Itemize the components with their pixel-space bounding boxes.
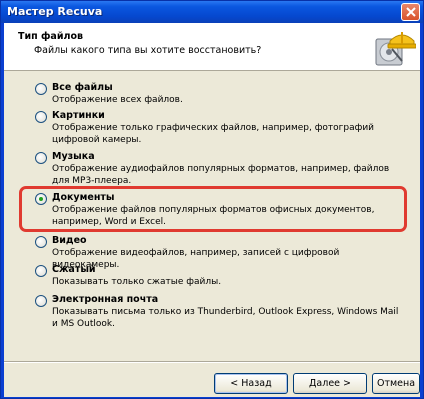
option-description: Отображение всех файлов. (52, 95, 183, 105)
radio-pictures[interactable] (35, 111, 47, 123)
back-button[interactable]: < Назад (214, 373, 288, 394)
radio-email[interactable] (35, 295, 47, 307)
title-bar[interactable]: Мастер Recuva (1, 1, 423, 23)
option-description: Показывать письма только из Thunderbird,… (52, 307, 399, 329)
option-label: Сжатый (52, 264, 96, 275)
radio-documents[interactable] (35, 193, 47, 205)
option-description: Отображение только графических файлов, н… (52, 123, 375, 145)
next-button[interactable]: Далее > (293, 373, 367, 394)
page-subtitle: Файлы какого типа вы хотите восстановить… (34, 45, 262, 56)
window-title: Мастер Recuva (7, 5, 103, 18)
page-title: Тип файлов (18, 31, 83, 42)
option-label: Все файлы (52, 82, 113, 93)
cancel-button[interactable]: Отмена (372, 373, 420, 394)
radio-music[interactable] (35, 152, 47, 164)
footer-divider (4, 361, 420, 363)
hard-drive-helmet-icon (375, 32, 416, 66)
option-label: Документы (52, 192, 115, 203)
option-description: Отображение файлов популярных форматов о… (52, 205, 375, 227)
option-label: Картинки (52, 110, 105, 121)
radio-compressed[interactable] (35, 265, 47, 277)
radio-all-files[interactable] (35, 83, 47, 95)
close-icon (406, 7, 416, 17)
wizard-header: Тип файлов Файлы какого типа вы хотите в… (4, 23, 420, 71)
option-description: Отображение аудиофайлов популярных форма… (52, 164, 390, 186)
wizard-client-area: Тип файлов Файлы какого типа вы хотите в… (4, 23, 420, 397)
option-description: Показывать только сжатые файлы. (52, 277, 222, 287)
option-label: Электронная почта (52, 294, 159, 305)
option-label: Видео (52, 235, 87, 246)
option-label: Музыка (52, 151, 95, 162)
wizard-window: Мастер Recuva Тип файлов Файлы какого ти… (0, 0, 424, 399)
radio-video[interactable] (35, 236, 47, 248)
option-description: Отображение видеофайлов, например, запис… (52, 248, 340, 270)
close-button[interactable] (401, 3, 420, 21)
